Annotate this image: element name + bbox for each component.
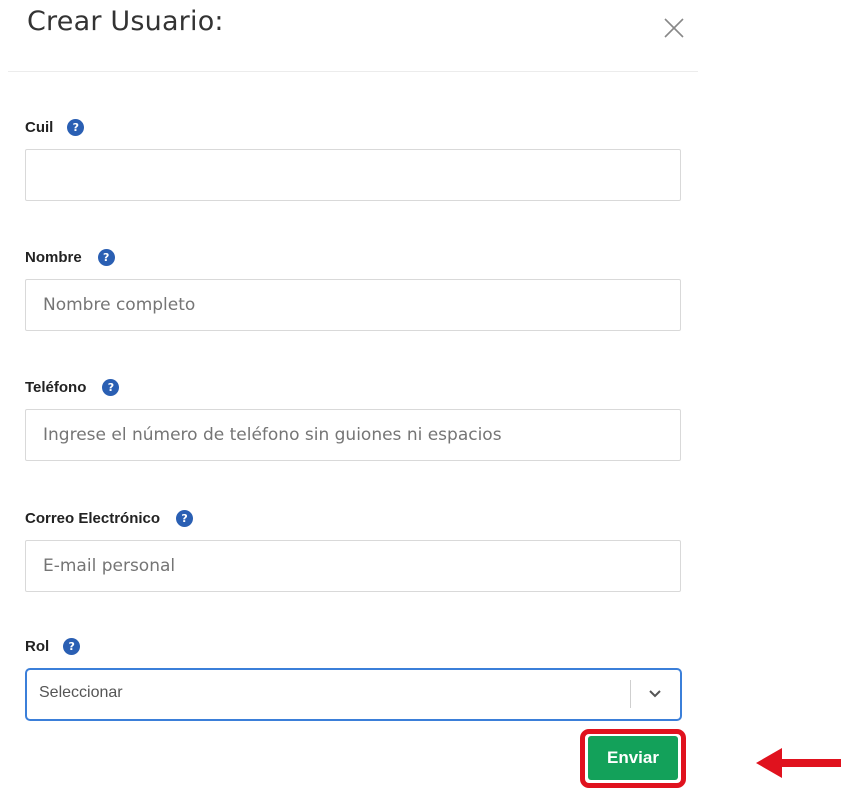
rol-label: Rol xyxy=(25,638,50,655)
correo-input[interactable] xyxy=(25,540,681,592)
chevron-down-icon[interactable] xyxy=(647,686,663,702)
rol-select-value: Seleccionar xyxy=(39,684,123,701)
rol-label-row: Rol ? xyxy=(25,638,81,655)
cuil-label-row: Cuil ? xyxy=(25,119,85,136)
submit-button[interactable]: Enviar xyxy=(588,736,678,780)
telefono-label-row: Teléfono ? xyxy=(25,379,120,396)
telefono-input[interactable] xyxy=(25,409,681,461)
help-icon[interactable]: ? xyxy=(67,119,85,136)
cuil-label: Cuil xyxy=(25,119,54,136)
correo-label: Correo Electrónico xyxy=(25,510,161,527)
telefono-label: Teléfono xyxy=(25,379,87,396)
select-separator xyxy=(630,680,631,708)
help-icon[interactable]: ? xyxy=(102,379,120,396)
help-icon[interactable]: ? xyxy=(97,249,115,266)
cuil-input[interactable] xyxy=(25,149,681,201)
nombre-label-row: Nombre ? xyxy=(25,249,115,266)
modal-title: Crear Usuario: xyxy=(27,6,224,37)
correo-label-row: Correo Electrónico ? xyxy=(25,510,194,527)
create-user-modal: Crear Usuario: Cuil ? Nombre ? Teléfono … xyxy=(0,0,700,788)
close-icon[interactable] xyxy=(660,14,688,42)
nombre-label: Nombre xyxy=(25,249,82,266)
help-icon[interactable]: ? xyxy=(176,510,194,527)
header-divider xyxy=(8,71,698,72)
nombre-input[interactable] xyxy=(25,279,681,331)
rol-select[interactable]: Seleccionar xyxy=(25,668,682,721)
red-arrow-icon xyxy=(756,748,841,778)
help-icon[interactable]: ? xyxy=(63,638,81,655)
